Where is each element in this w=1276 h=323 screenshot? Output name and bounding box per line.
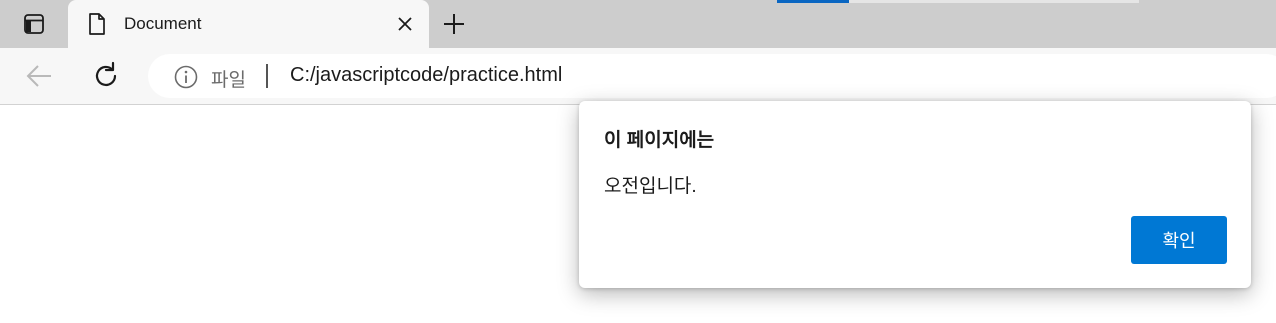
back-arrow-icon[interactable] [24,62,54,90]
tab-title: Document [124,14,202,33]
active-tab[interactable]: Document [68,0,429,48]
tab-drop-track [849,0,1139,3]
document-icon [89,13,105,35]
address-separator [266,64,268,88]
info-icon[interactable] [174,65,198,89]
new-tab-button[interactable] [440,10,468,38]
address-bar[interactable]: 파일 C:/javascriptcode/practice.html [148,54,1276,98]
tab-actions-button[interactable] [0,0,68,48]
alert-dialog: 이 페이지에는 오전입니다. 확인 [579,101,1251,288]
tab-drop-indicator [777,0,849,3]
tab-actions-icon [24,14,44,34]
url-scheme-label: 파일 [211,70,246,91]
url-text[interactable]: C:/javascriptcode/practice.html [290,64,562,87]
dialog-message: 오전입니다. [604,176,697,197]
tab-strip: Document [0,0,1276,48]
plus-icon [444,14,464,34]
close-icon[interactable] [395,14,415,34]
reload-icon[interactable] [90,60,122,92]
dialog-title: 이 페이지에는 [604,130,715,151]
ok-button[interactable]: 확인 [1131,216,1227,264]
browser-toolbar: 파일 C:/javascriptcode/practice.html [0,48,1276,105]
